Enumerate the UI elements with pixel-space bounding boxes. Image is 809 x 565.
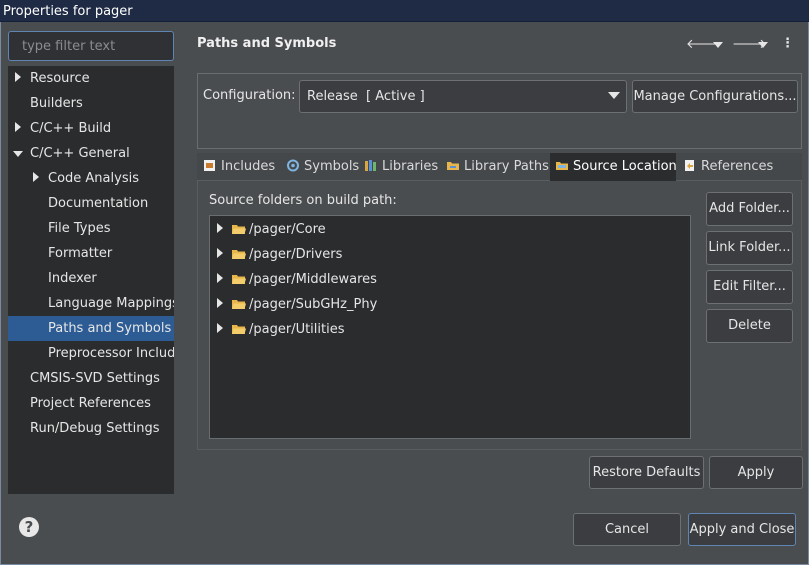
source-location-icon <box>556 162 568 170</box>
tree-item-indexer[interactable]: Indexer <box>8 266 174 291</box>
folder-path: /pager/SubGHz_Phy <box>249 297 378 312</box>
property-tree[interactable]: Resource Builders C/C++ Build C/C++ Gene… <box>8 66 174 494</box>
folder-icon <box>232 325 246 334</box>
chevron-right-icon[interactable] <box>15 116 21 141</box>
apply-button[interactable]: Apply <box>709 456 803 489</box>
tree-item-paths-and-symbols[interactable]: Paths and Symbols <box>8 316 174 341</box>
tree-item-builders[interactable]: Builders <box>8 91 174 116</box>
tab-library-paths[interactable]: Library Paths <box>444 153 549 181</box>
tree-item-label: C/C++ Build <box>30 121 112 136</box>
folder-icon <box>232 275 246 284</box>
tab-label: Source Location <box>573 159 677 174</box>
tree-item-label: Paths and Symbols <box>48 321 172 336</box>
tree-item-label: Code Analysis <box>48 171 139 186</box>
tab-label: Library Paths <box>464 159 549 174</box>
chevron-right-icon[interactable] <box>217 317 223 342</box>
folder-icon <box>232 250 246 259</box>
tree-item-label: Indexer <box>48 271 97 286</box>
tab-label: Libraries <box>382 159 439 174</box>
tree-item-label: Preprocessor Include <box>48 346 174 361</box>
tree-item-label: Run/Debug Settings <box>30 421 160 436</box>
view-menu-icon[interactable]: ⋮ <box>781 36 794 51</box>
tree-item-code-analysis[interactable]: Code Analysis <box>8 166 174 191</box>
chevron-right-icon[interactable] <box>15 66 21 91</box>
configuration-value: Release [ Active ] <box>307 89 425 104</box>
configuration-label: Configuration: <box>203 88 296 103</box>
tab-references[interactable]: References <box>679 153 779 181</box>
edit-filter-button[interactable]: Edit Filter... <box>706 270 793 304</box>
configuration-select[interactable]: Release [ Active ] <box>299 80 627 113</box>
tree-item-resource[interactable]: Resource <box>8 66 174 91</box>
folder-path: /pager/Utilities <box>249 322 345 337</box>
tree-item-file-types[interactable]: File Types <box>8 216 174 241</box>
tab-label: Symbols <box>304 159 360 174</box>
tree-item-label: Documentation <box>48 196 149 211</box>
apply-and-close-button[interactable]: Apply and Close <box>688 513 796 546</box>
tree-item-label: Project References <box>30 396 151 411</box>
dropdown-caret-icon <box>608 92 620 99</box>
references-icon <box>685 160 694 171</box>
tree-item-cmsis-svd-settings[interactable]: CMSIS-SVD Settings <box>8 366 174 391</box>
tree-item-label: C/C++ General <box>30 146 130 161</box>
folder-path: /pager/Core <box>249 222 326 237</box>
tab-includes[interactable]: Includes <box>201 153 282 181</box>
cancel-button[interactable]: Cancel <box>573 513 681 546</box>
folder-path: /pager/Middlewares <box>249 272 377 287</box>
includes-icon <box>204 160 215 171</box>
chevron-right-icon[interactable] <box>217 267 223 292</box>
tab-source-location[interactable]: Source Location <box>550 153 677 181</box>
configuration-group: Configuration: Release [ Active ] Manage… <box>197 73 802 149</box>
chevron-right-icon[interactable] <box>33 166 39 191</box>
tree-item-cpp-general[interactable]: C/C++ General <box>8 141 174 166</box>
tree-item-label: Resource <box>30 71 90 86</box>
tree-item-cpp-build[interactable]: C/C++ Build <box>8 116 174 141</box>
source-folders-label: Source folders on build path: <box>209 193 397 208</box>
add-folder-button[interactable]: Add Folder... <box>706 192 793 226</box>
manage-configurations-button[interactable]: Manage Configurations... <box>632 80 798 113</box>
link-folder-button[interactable]: Link Folder... <box>706 231 793 265</box>
tree-item-label: File Types <box>48 221 111 236</box>
source-folder-list[interactable]: /pager/Core /pager/Drivers /pager/Middle… <box>209 215 691 439</box>
filter-input[interactable] <box>8 31 174 61</box>
tree-item-formatter[interactable]: Formatter <box>8 241 174 266</box>
folder-path: /pager/Drivers <box>249 247 343 262</box>
chevron-down-icon[interactable] <box>13 141 23 166</box>
delete-button[interactable]: Delete <box>706 309 793 343</box>
chevron-right-icon[interactable] <box>217 217 223 242</box>
restore-defaults-button[interactable]: Restore Defaults <box>589 456 704 489</box>
chevron-right-icon[interactable] <box>217 242 223 267</box>
folder-icon <box>232 300 246 309</box>
libraries-icon <box>365 160 376 171</box>
tab-bar: Includes Symbols Libraries Library Paths… <box>197 153 802 181</box>
tree-item-documentation[interactable]: Documentation <box>8 191 174 216</box>
tab-label: Includes <box>221 159 276 174</box>
help-icon[interactable]: ? <box>19 517 39 537</box>
tree-item-label: Formatter <box>48 246 113 261</box>
tree-item-label: Language Mappings <box>48 296 174 311</box>
tree-item-label: Builders <box>30 96 83 111</box>
symbols-icon <box>287 159 299 172</box>
page-title: Paths and Symbols <box>197 36 337 51</box>
tab-libraries[interactable]: Libraries <box>362 153 442 181</box>
window-title: Properties for pager <box>0 0 809 22</box>
tab-symbols[interactable]: Symbols <box>284 153 360 181</box>
tree-item-language-mappings[interactable]: Language Mappings <box>8 291 174 316</box>
library-paths-icon <box>447 162 459 170</box>
tab-label: References <box>701 159 774 174</box>
folder-icon <box>232 225 246 234</box>
tree-item-label: CMSIS-SVD Settings <box>30 371 160 386</box>
chevron-right-icon[interactable] <box>217 292 223 317</box>
tree-item-preprocessor-include[interactable]: Preprocessor Include <box>8 341 174 366</box>
tree-item-project-references[interactable]: Project References <box>8 391 174 416</box>
source-location-panel: Source folders on build path: /pager/Cor… <box>197 181 802 450</box>
tree-item-run-debug-settings[interactable]: Run/Debug Settings <box>8 416 174 441</box>
